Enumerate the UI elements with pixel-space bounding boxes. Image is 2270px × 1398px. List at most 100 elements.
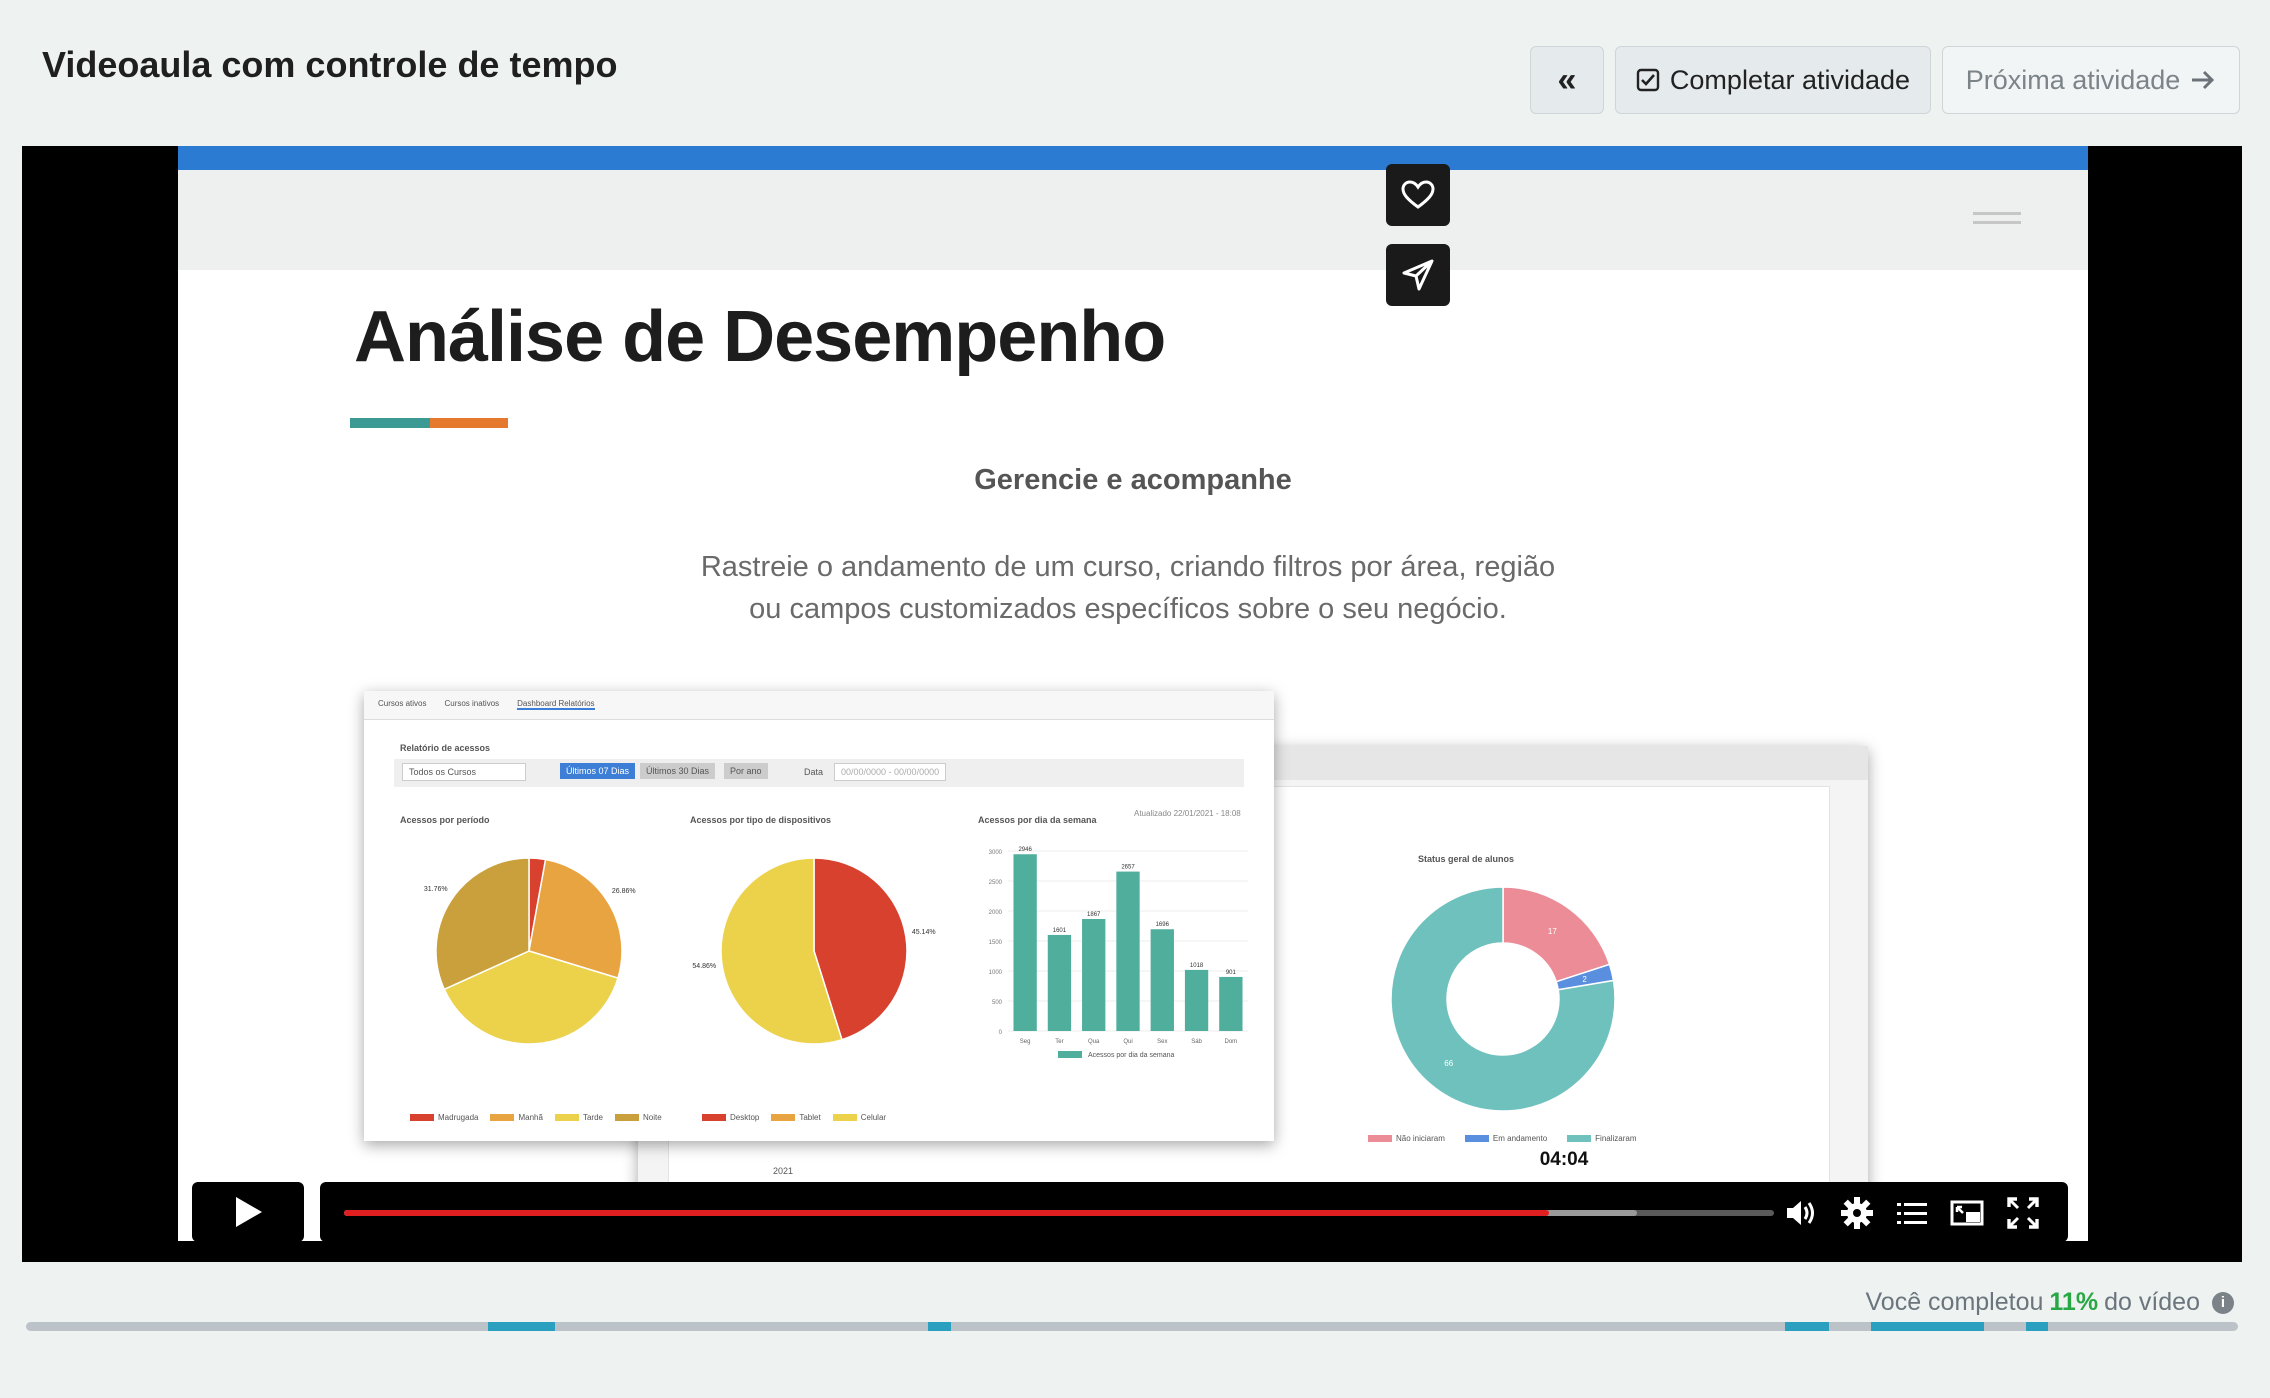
pie-value-label: 26.86%: [612, 888, 636, 895]
like-button[interactable]: [1386, 164, 1450, 226]
completion-prefix: Você completou: [1865, 1288, 2044, 1316]
x-tick-label: Sex: [1157, 1039, 1167, 1045]
legend-swatch: [1567, 1135, 1592, 1142]
legend-label: Em andamento: [1492, 1134, 1548, 1143]
dashboard-screenshot-front: Cursos ativos Cursos inativos Dashboard Re…: [364, 691, 1274, 1141]
donut-value-label: 66: [1444, 1059, 1453, 1068]
pie-value-label: 45.14%: [912, 929, 936, 936]
legend-label: Noite: [642, 1113, 662, 1122]
bar-value-label: 1601: [1053, 928, 1067, 934]
play-icon: [236, 1197, 262, 1227]
status-chart-legend: Não iniciaram Em andamento Finalizaram: [1368, 1134, 1637, 1143]
device-chart-legend: Desktop Tablet Celular: [702, 1113, 886, 1122]
legend-item: Tarde: [554, 1113, 603, 1122]
slide-description: Rastreie o andamento de um curso, criand…: [578, 546, 1678, 630]
donut-value-label: 17: [1548, 927, 1557, 936]
legend-item: Finalizaram: [1567, 1134, 1637, 1143]
bar-value-label: 901: [1226, 970, 1237, 976]
watched-segments-bar: [26, 1322, 2238, 1331]
updated-label: Atualizado 22/01/2021 - 18:08: [1134, 809, 1241, 818]
next-activity-label: Próxima atividade: [1965, 64, 2181, 95]
date-range-input: 00/00/0000 - 00/00/0000: [834, 763, 947, 781]
x-tick-label: Qui: [1123, 1039, 1132, 1045]
progress-track[interactable]: [344, 1210, 1774, 1216]
legend-item: Noite: [614, 1113, 662, 1122]
legend-item: Tablet: [771, 1113, 821, 1122]
bar: [1116, 871, 1140, 1031]
play-button[interactable]: [192, 1182, 304, 1242]
back-button[interactable]: «: [1530, 46, 1604, 114]
legend-swatch: [1058, 1051, 1082, 1058]
legend-swatch: [832, 1114, 857, 1121]
share-button[interactable]: [1386, 244, 1450, 306]
legend-swatch: [771, 1114, 796, 1121]
complete-activity-button[interactable]: Completar atividade: [1615, 46, 1931, 114]
volume-icon[interactable]: [1784, 1196, 1818, 1230]
watched-segment: [1870, 1322, 1984, 1331]
watched-segment: [928, 1322, 951, 1331]
checkbox-icon: [1636, 68, 1660, 92]
slide-title: Análise de Desempenho: [354, 297, 1166, 377]
legend-swatch: [1464, 1135, 1489, 1142]
device-chart-title: Acessos por tipo de dispositivos: [690, 815, 832, 825]
legend-label: Tablet: [799, 1113, 821, 1122]
weekday-chart-title: Acessos por dia da semana: [978, 815, 1097, 825]
bar: [1013, 854, 1037, 1031]
bar-value-label: 2946: [1018, 847, 1032, 853]
watched-segment: [488, 1322, 555, 1331]
bar-value-label: 1018: [1190, 963, 1204, 969]
legend-label: Tarde: [582, 1113, 603, 1122]
fullscreen-icon[interactable]: [2006, 1196, 2040, 1230]
heart-icon: [1401, 180, 1435, 209]
report-title: Relatório de acessos: [400, 743, 491, 753]
bar: [1219, 976, 1243, 1031]
legend-item: Não iniciaram: [1368, 1134, 1445, 1143]
control-bar: [320, 1182, 2068, 1242]
legend-label: Manhã: [518, 1113, 543, 1122]
legend-swatch: [554, 1114, 579, 1121]
legend-swatch: [410, 1114, 434, 1121]
list-icon[interactable]: [1895, 1196, 1929, 1230]
y-tick-label: 2500: [989, 880, 1003, 886]
info-icon[interactable]: i: [2212, 1291, 2234, 1314]
x-tick-label: Seg: [1020, 1039, 1031, 1045]
double-chevron-left-icon: «: [1557, 61, 1577, 99]
donut-value-label: 2: [1582, 975, 1587, 984]
send-icon: [1402, 259, 1434, 291]
bar-value-label: 2657: [1121, 865, 1135, 871]
complete-activity-label: Completar atividade: [1669, 64, 1911, 95]
slide-description-line1: Rastreie o andamento de um curso, criand…: [700, 551, 1556, 583]
date-label: Data: [804, 767, 824, 777]
slide-description-line2: ou campos customizados específicos sobre…: [749, 593, 1507, 625]
x-tick-label: Dom: [1225, 1039, 1238, 1045]
x-tick-label: Ter: [1055, 1039, 1063, 1045]
video-frame: Análise de Desempenho Gerencie e acompan…: [178, 146, 2088, 1241]
filter-year: Por ano: [724, 763, 768, 779]
bar-value-label: 1696: [1156, 922, 1170, 928]
completion-status: Você completou 11% do vídeo i: [1865, 1288, 2234, 1317]
status-chart-title: Status geral de alunos: [1418, 854, 1515, 864]
dashboard-tab: Dashboard Relatórios: [517, 699, 595, 710]
bar: [1082, 918, 1106, 1031]
dashboard-tab: Cursos ativos: [378, 699, 427, 708]
x-tick-label: Sáb: [1191, 1039, 1202, 1045]
legend-swatch: [490, 1114, 515, 1121]
video-player[interactable]: Análise de Desempenho Gerencie e acompan…: [22, 146, 2242, 1262]
arrow-right-icon: [2192, 70, 2215, 90]
legend-swatch: [702, 1114, 726, 1121]
menu-lines-icon: [1973, 212, 2021, 230]
watched-segment: [2025, 1322, 2048, 1331]
year-select: 2021: [773, 1166, 794, 1176]
picture-in-picture-icon[interactable]: [1950, 1196, 1984, 1230]
next-activity-button[interactable]: Próxima atividade: [1942, 46, 2240, 114]
legend-item: Manhã: [490, 1113, 543, 1122]
legend-label: Desktop: [730, 1113, 760, 1122]
y-tick-label: 0: [999, 1030, 1003, 1036]
device-pie-chart: 45.14% 54.86%: [692, 857, 936, 1045]
y-tick-label: 500: [992, 1000, 1003, 1006]
filter-7-days: Últimos 07 Dias: [560, 763, 636, 779]
slide-top-bar: [178, 146, 2088, 173]
title-underline: [350, 418, 508, 428]
gear-icon[interactable]: [1840, 1196, 1874, 1230]
time-tooltip: 04:04: [1532, 1144, 1596, 1182]
